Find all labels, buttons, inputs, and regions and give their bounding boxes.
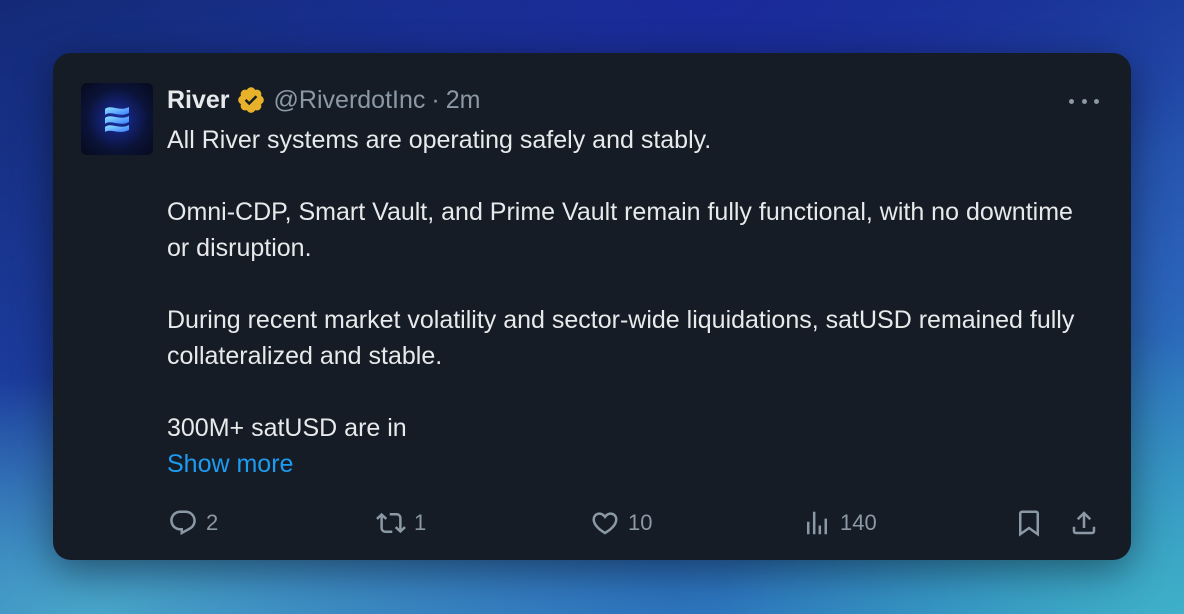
- repost-button[interactable]: 1: [376, 506, 426, 540]
- share-button[interactable]: [1069, 506, 1099, 540]
- tweet-header: River @RiverdotInc · 2m: [167, 83, 480, 117]
- repost-icon: [376, 512, 406, 534]
- tweet-timestamp[interactable]: 2m: [446, 86, 481, 115]
- header-separator: ·: [431, 85, 440, 114]
- tweet-paragraph: 300M+ satUSD are in: [167, 414, 407, 442]
- show-more-link[interactable]: Show more: [167, 446, 293, 482]
- tweet-card[interactable]: River @RiverdotInc · 2m All River system…: [53, 53, 1131, 560]
- reply-icon: [170, 510, 196, 536]
- views-button[interactable]: 140: [802, 506, 877, 540]
- like-count: 10: [628, 510, 653, 535]
- bookmark-button[interactable]: [1014, 506, 1044, 540]
- tweet-body: All River systems are operating safely a…: [167, 122, 1097, 446]
- more-options-icon[interactable]: [1069, 91, 1099, 111]
- share-icon: [1072, 511, 1096, 535]
- author-handle[interactable]: @RiverdotInc: [274, 86, 426, 115]
- author-display-name[interactable]: River: [167, 86, 230, 115]
- river-logo-icon: [105, 107, 129, 132]
- heart-icon: [592, 512, 618, 535]
- views-count: 140: [840, 510, 877, 535]
- tweet-paragraph: During recent market volatility and sect…: [167, 306, 1075, 370]
- repost-count: 1: [414, 510, 427, 535]
- reply-button[interactable]: 2: [168, 506, 218, 540]
- like-button[interactable]: 10: [590, 506, 652, 540]
- tweet-paragraph: All River systems are operating safely a…: [167, 126, 712, 154]
- river-logo-avatar[interactable]: [81, 83, 153, 155]
- tweet-paragraph: Omni-CDP, Smart Vault, and Prime Vault r…: [167, 198, 1073, 262]
- bookmark-icon: [1019, 510, 1039, 537]
- reply-count: 2: [206, 510, 219, 535]
- verified-badge-icon[interactable]: [236, 85, 266, 115]
- views-chart-icon: [807, 511, 827, 535]
